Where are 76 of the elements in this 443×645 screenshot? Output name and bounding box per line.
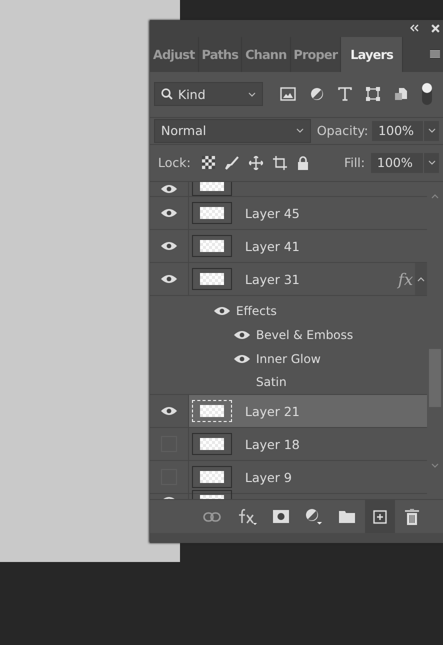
layer-row[interactable]: Layer 45 [150, 197, 427, 230]
layer-name: Layer 9 [245, 470, 292, 485]
smart-object-icon[interactable] [394, 87, 408, 102]
lock-icon[interactable] [296, 156, 309, 170]
type-icon[interactable] [338, 87, 352, 102]
image-icon[interactable] [280, 87, 296, 102]
fill-label: Fill: [344, 155, 365, 170]
brush-icon[interactable] [224, 156, 239, 170]
opacity-dropdown-button[interactable] [423, 120, 439, 141]
fx-label: fx [398, 270, 413, 289]
layer-thumbnail [192, 433, 232, 456]
layer-name: Layer 21 [245, 404, 300, 419]
trash-icon[interactable] [405, 508, 419, 525]
eye-icon[interactable] [234, 354, 250, 364]
chevron-down-icon [296, 128, 304, 134]
chevron-down-icon [428, 160, 436, 166]
layer-thumbnail [192, 400, 232, 422]
chevron-down-icon [428, 128, 436, 134]
eye-icon[interactable] [161, 241, 177, 252]
plus-square-icon [373, 510, 387, 524]
layer-row[interactable]: Layer 9 [150, 461, 427, 494]
layer-name: Layer 18 [245, 436, 300, 452]
effects-label[interactable]: Effects [236, 304, 277, 318]
expand-toggle[interactable] [415, 263, 427, 296]
folder-icon[interactable] [339, 510, 355, 524]
layer-thumbnail [192, 466, 232, 488]
crop-icon[interactable] [272, 156, 287, 170]
link-icon[interactable] [203, 512, 221, 522]
new-layer-button[interactable] [365, 500, 395, 534]
effect-name[interactable]: Inner Glow [256, 352, 321, 366]
effect-name[interactable]: Bevel & Emboss [256, 328, 354, 342]
layer-row[interactable]: Layer 41 [150, 230, 427, 264]
fx-icon[interactable] [237, 508, 257, 526]
toggle-icon[interactable] [422, 83, 432, 106]
eye-icon[interactable] [234, 330, 250, 340]
mask-icon[interactable] [273, 510, 289, 524]
move-icon[interactable] [248, 156, 263, 170]
panel-tab[interactable]: Layers [341, 36, 404, 72]
fill-dropdown-button[interactable] [423, 152, 439, 173]
blend-mode-dropdown[interactable]: Normal [154, 118, 311, 143]
eye-icon[interactable] [214, 306, 230, 316]
layer-thumbnail [192, 235, 232, 258]
filter-dropdown[interactable]: Kind [154, 82, 263, 106]
checkerboard-icon[interactable] [202, 156, 215, 170]
eye-icon[interactable] [161, 406, 177, 416]
collapse-icon[interactable] [409, 24, 419, 32]
search-icon [161, 88, 173, 100]
transform-icon[interactable] [366, 87, 380, 102]
layer-thumbnail [192, 268, 232, 290]
opacity-field[interactable]: 100% [372, 120, 424, 141]
lock-label: Lock: [158, 155, 191, 170]
panel-tab[interactable]: Adjust [150, 36, 199, 72]
layer-row[interactable]: Layer 21 [150, 395, 427, 428]
layer-name: Layer 31 [245, 272, 300, 287]
resize-grip[interactable] [150, 533, 443, 543]
layer-row[interactable] [150, 182, 427, 198]
opacity-label: Opacity: [316, 123, 368, 138]
blend-mode-value: Normal [161, 123, 208, 138]
filter-value: Kind [178, 86, 207, 102]
fill-field[interactable]: 100% [371, 152, 423, 173]
effect-name[interactable]: Satin [256, 375, 287, 390]
half-circle-icon[interactable] [310, 87, 324, 102]
eye-icon[interactable] [161, 208, 177, 218]
layer-thumbnail [192, 202, 232, 224]
eye-icon[interactable] [161, 274, 177, 284]
scrollbar[interactable] [427, 182, 443, 500]
layer-row[interactable]: Layer 31 fx [150, 263, 427, 296]
eye-icon[interactable] [161, 184, 177, 194]
menu-icon[interactable] [430, 50, 440, 58]
layer-name: Layer 45 [245, 206, 300, 221]
chevron-down-icon [248, 92, 256, 97]
layer-row[interactable]: Layer 18 [150, 428, 427, 462]
half-circle-icon[interactable] [305, 508, 323, 526]
chevron-icon [417, 276, 425, 282]
layer-name: Layer 41 [245, 238, 300, 254]
close-icon[interactable] [431, 24, 440, 33]
